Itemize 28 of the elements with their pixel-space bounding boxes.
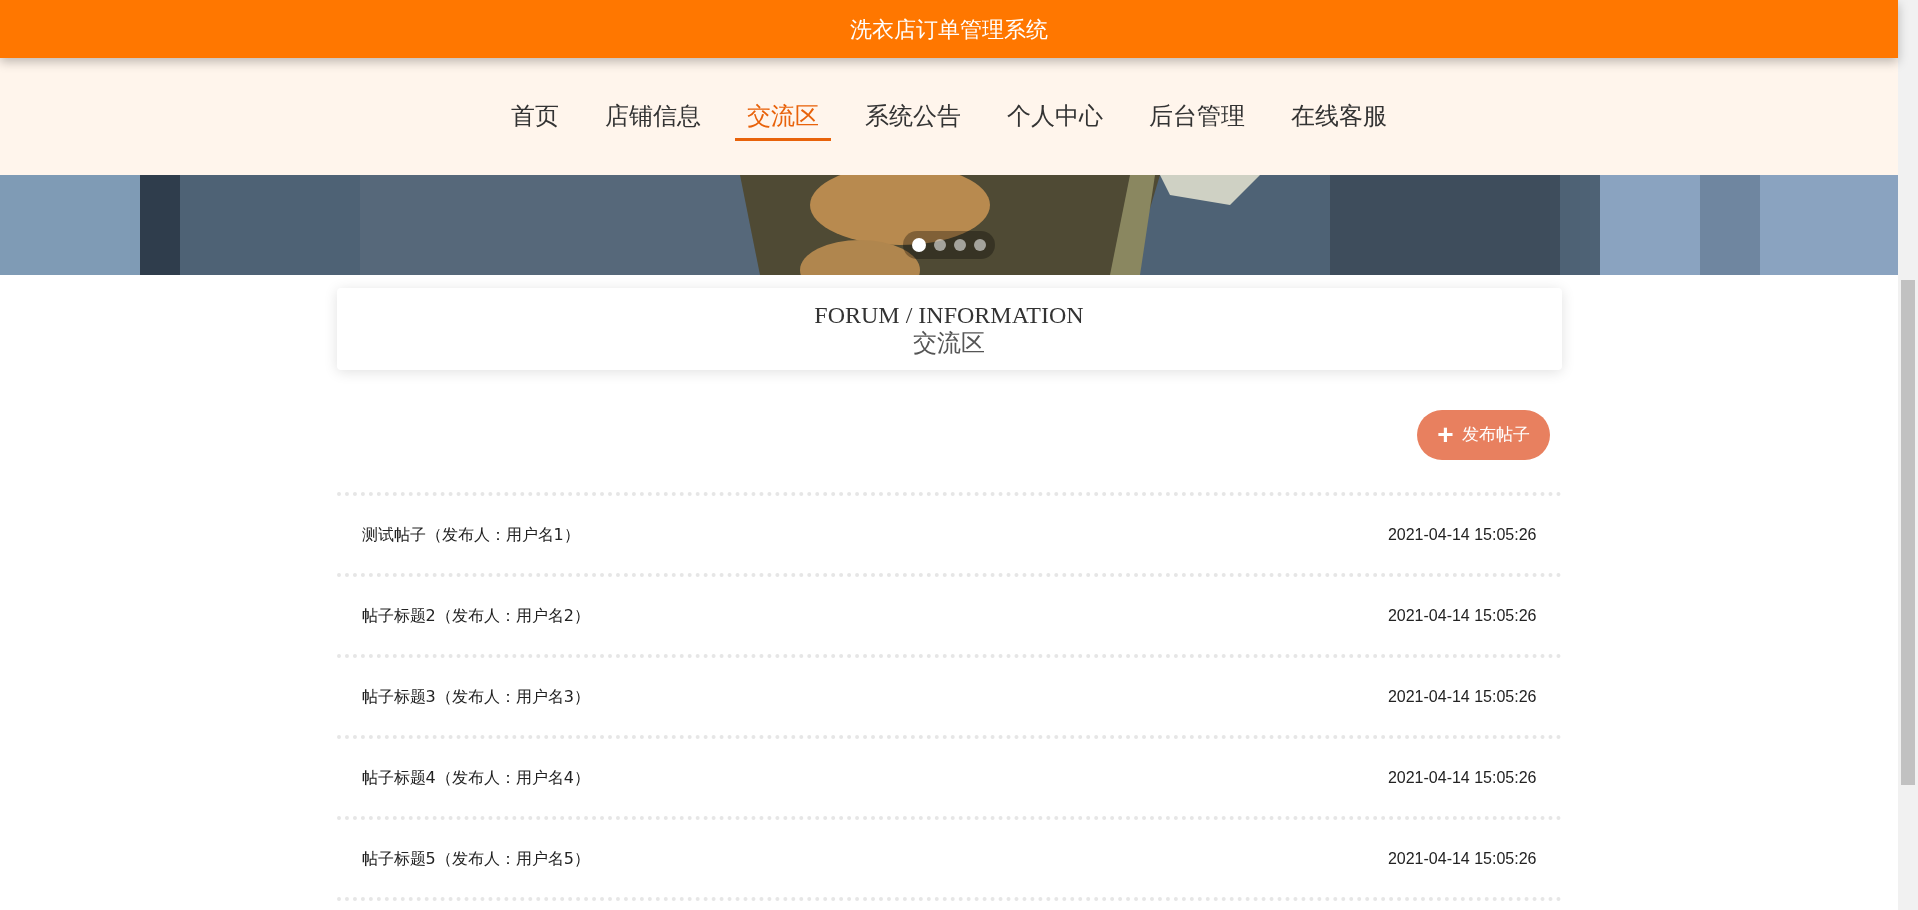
nav-tab[interactable]: 个人中心 <box>995 92 1115 141</box>
post-row[interactable]: 帖子标题2（发布人：用户名2） 2021-04-14 15:05:26 <box>336 577 1562 654</box>
scrollbar-thumb[interactable] <box>1901 280 1915 785</box>
nav-tab[interactable]: 首页 <box>499 92 571 141</box>
post-time: 2021-04-14 15:05:26 <box>1387 686 1537 707</box>
post-row[interactable]: 帖子标题5（发布人：用户名5） 2021-04-14 15:05:26 <box>336 820 1562 897</box>
nav-tab[interactable]: 在线客服 <box>1279 92 1399 141</box>
post-title[interactable]: 帖子标题2（发布人：用户名2） <box>361 603 590 628</box>
post-title[interactable]: 帖子标题3（发布人：用户名3） <box>361 684 590 709</box>
nav-tab[interactable]: 后台管理 <box>1137 92 1257 141</box>
post-time: 2021-04-14 15:05:26 <box>1387 848 1537 869</box>
post-title[interactable]: 帖子标题5（发布人：用户名5） <box>361 846 590 871</box>
post-time: 2021-04-14 15:05:26 <box>1387 524 1537 545</box>
post-time: 2021-04-14 15:05:26 <box>1387 767 1537 788</box>
post-row[interactable]: 帖子标题4（发布人：用户名4） 2021-04-14 15:05:26 <box>336 739 1562 816</box>
post-row[interactable]: 测试帖子（发布人：用户名1） 2021-04-14 15:05:26 <box>336 496 1562 573</box>
section-title-en: FORUM / INFORMATION <box>814 301 1084 329</box>
site-title: 洗衣店订单管理系统 <box>850 15 1048 44</box>
post-title[interactable]: 测试帖子（发布人：用户名1） <box>361 522 580 547</box>
section-title: 交流区 <box>913 329 985 357</box>
plus-icon: + <box>1437 421 1454 449</box>
nav-tab[interactable]: 系统公告 <box>853 92 973 141</box>
post-title[interactable]: 帖子标题4（发布人：用户名4） <box>361 765 590 790</box>
post-time: 2021-04-14 15:05:26 <box>1387 605 1537 626</box>
button-label: 发布帖子 <box>1461 423 1530 447</box>
scrollbar[interactable] <box>1898 0 1918 910</box>
post-row[interactable]: 帖子标题3（发布人：用户名3） 2021-04-14 15:05:26 <box>336 658 1562 735</box>
nav-tab[interactable]: 店铺信息 <box>593 92 713 141</box>
